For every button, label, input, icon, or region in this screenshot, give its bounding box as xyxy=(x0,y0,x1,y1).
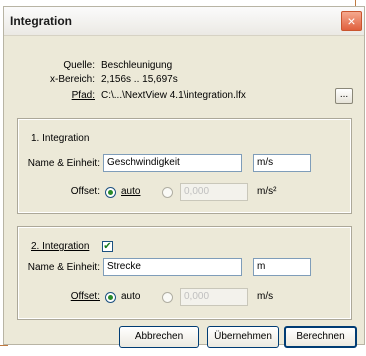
browse-button[interactable]: ... xyxy=(335,88,353,104)
x-range-row: x-Bereich: 2,156s .. 15,697s xyxy=(4,73,366,87)
integration-2-auto-radio[interactable] xyxy=(105,292,116,303)
integration-dialog: Integration × Quelle: Beschleunigung x-B… xyxy=(3,6,366,348)
integration-2-checkbox[interactable]: ✔ xyxy=(102,241,113,252)
integration-2-name-label: Name & Einheit: xyxy=(27,262,100,273)
x-range-value: 2,156s .. 15,697s xyxy=(101,74,178,85)
integration-1-offset-input[interactable]: 0,000 xyxy=(180,183,248,201)
integration-1-heading: 1. Integration xyxy=(31,133,90,144)
integration-1-auto-label: auto xyxy=(121,186,141,197)
integration-2-unit-input[interactable]: m xyxy=(253,258,311,276)
close-button[interactable]: × xyxy=(341,11,362,31)
integration-2-manual-radio[interactable] xyxy=(162,292,173,303)
integration-2-offset-unit: m/s xyxy=(257,291,274,302)
guide-line-bottom xyxy=(0,345,8,346)
integration-1-unit-input[interactable]: m/s xyxy=(253,154,311,172)
apply-button[interactable]: Übernehmen xyxy=(207,326,279,348)
source-label: Quelle: xyxy=(63,60,95,71)
integration-1-offset-unit: m/s² xyxy=(257,186,277,197)
integration-2-offset-label: Offset: xyxy=(70,291,100,302)
cancel-button[interactable]: Abbrechen xyxy=(119,326,199,348)
integration-1-manual-radio[interactable] xyxy=(162,187,173,198)
integration-2-offset-input[interactable]: 0,000 xyxy=(180,288,248,306)
integration-1-auto-radio[interactable] xyxy=(105,187,116,198)
integration-2-name-input[interactable]: Strecke xyxy=(103,258,242,276)
integration-1-offset-label: Offset: xyxy=(70,186,100,197)
close-icon: × xyxy=(347,13,356,29)
integration-2-auto-label: auto xyxy=(121,291,141,302)
path-label: Pfad: xyxy=(71,90,95,101)
integration-1-name-label: Name & Einheit: xyxy=(27,158,100,169)
integration-2-heading: 2. Integration xyxy=(31,241,90,252)
compute-button[interactable]: Berechnen xyxy=(284,326,357,348)
window-title: Integration xyxy=(10,14,72,28)
integration-1-name-input[interactable]: Geschwindigkeit xyxy=(103,154,242,172)
source-value: Beschleunigung xyxy=(101,60,173,71)
path-value: C:\...\NextView 4.1\integration.lfx xyxy=(101,90,246,101)
source-row: Quelle: Beschleunigung xyxy=(4,59,366,73)
x-range-label: x-Bereich: xyxy=(49,74,95,85)
title-bar: Integration × xyxy=(4,7,364,36)
path-row: Pfad: C:\...\NextView 4.1\integration.lf… xyxy=(4,89,366,103)
